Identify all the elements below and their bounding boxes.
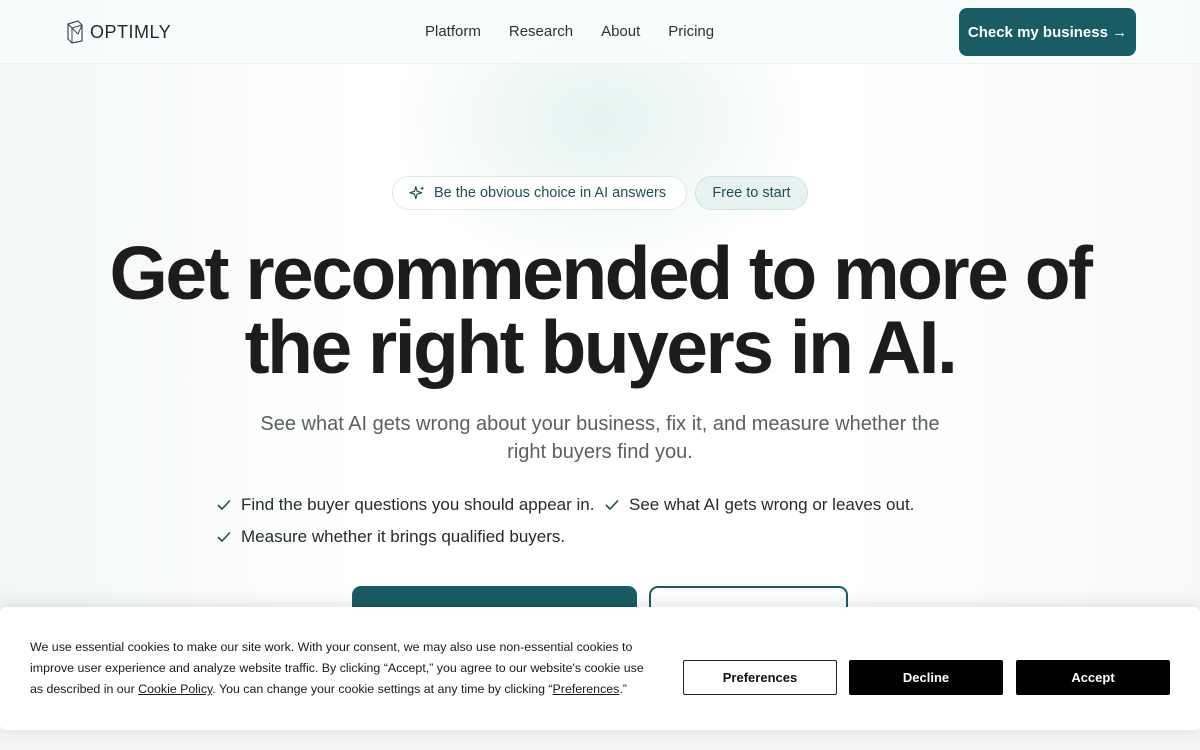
hero-title-line2: the right buyers in AI.	[244, 305, 958, 389]
cookie-accept-button[interactable]: Accept	[1016, 660, 1170, 695]
logo-icon	[67, 20, 83, 44]
hero-title-line1: Get recommended to more of	[109, 231, 1093, 315]
nav-item-about[interactable]: About	[601, 23, 640, 40]
check-item-label: See what AI gets wrong or leaves out.	[629, 495, 915, 514]
cookie-banner: We use essential cookies to make our sit…	[0, 607, 1200, 730]
nav-item-research[interactable]: Research	[509, 23, 573, 40]
cookie-text-part2: . You can change your cookie settings at…	[212, 682, 553, 696]
brand-logo[interactable]: OPTIMLY	[66, 20, 171, 44]
cookie-preferences-link[interactable]: Preferences	[553, 682, 620, 696]
checkmark-icon	[217, 499, 231, 511]
page-bottom-strip	[0, 730, 1200, 750]
ai-answers-pill-label: Be the obvious choice in AI answers	[434, 185, 667, 201]
nav-item-platform[interactable]: Platform	[425, 23, 481, 40]
cookie-text-part3: .”	[619, 682, 627, 696]
cookie-decline-button[interactable]: Decline	[849, 660, 1003, 695]
cookie-banner-text: We use essential cookies to make our sit…	[30, 637, 655, 700]
nav-item-pricing[interactable]: Pricing	[668, 23, 714, 40]
sparkle-icon	[409, 185, 425, 199]
checkmark-icon	[217, 531, 231, 543]
check-item: See what AI gets wrong or leaves out.	[605, 495, 914, 515]
check-my-business-button[interactable]: Check my business →	[959, 8, 1136, 56]
free-to-start-pill: Free to start	[695, 176, 808, 210]
hero-subtitle-line1: See what AI gets wrong about your busine…	[260, 413, 940, 435]
brand-name: OPTIMLY	[90, 21, 172, 42]
checkmark-icon	[605, 499, 619, 511]
free-to-start-label: Free to start	[712, 185, 791, 201]
ai-answers-pill: Be the obvious choice in AI answers	[392, 176, 687, 210]
cookie-preferences-button[interactable]: Preferences	[683, 660, 837, 695]
hero-subtitle: See what AI gets wrong about your busine…	[220, 410, 980, 466]
top-nav-bar: OPTIMLY Platform Research About Pricing …	[0, 0, 1200, 64]
check-item-label: Find the buyer questions you should appe…	[241, 495, 595, 514]
cookie-policy-link[interactable]: Cookie Policy	[138, 682, 212, 696]
check-item: Find the buyer questions you should appe…	[217, 495, 594, 515]
check-item-label: Measure whether it brings qualified buye…	[241, 527, 566, 546]
hero-subtitle-line2: right buyers find you.	[507, 441, 693, 463]
check-item: Measure whether it brings qualified buye…	[217, 527, 565, 547]
hero-title: Get recommended to more of the right buy…	[100, 236, 1100, 385]
main-nav: Platform Research About Pricing	[425, 23, 714, 40]
